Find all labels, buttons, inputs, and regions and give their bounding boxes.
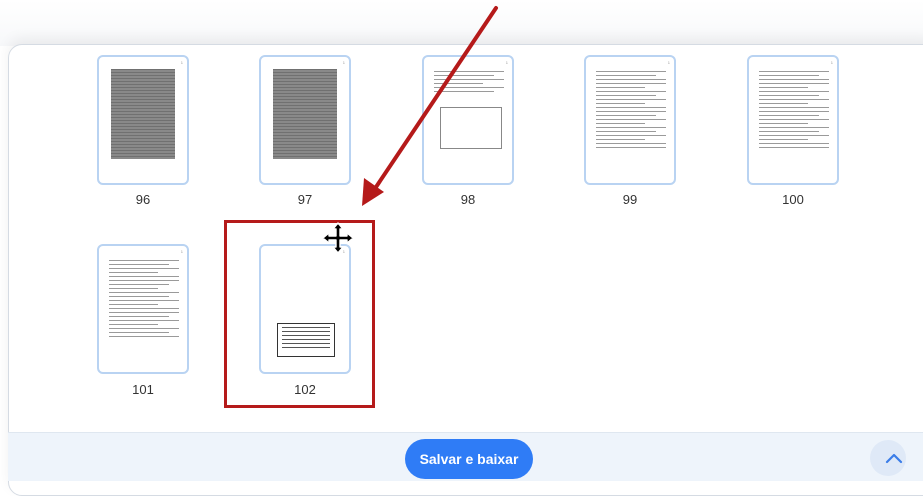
save-download-button[interactable]: Salvar e baixar — [405, 439, 533, 479]
scroll-up-button[interactable] — [870, 440, 906, 476]
annotation-arrow — [362, 6, 498, 206]
chevron-up-icon — [885, 453, 903, 464]
